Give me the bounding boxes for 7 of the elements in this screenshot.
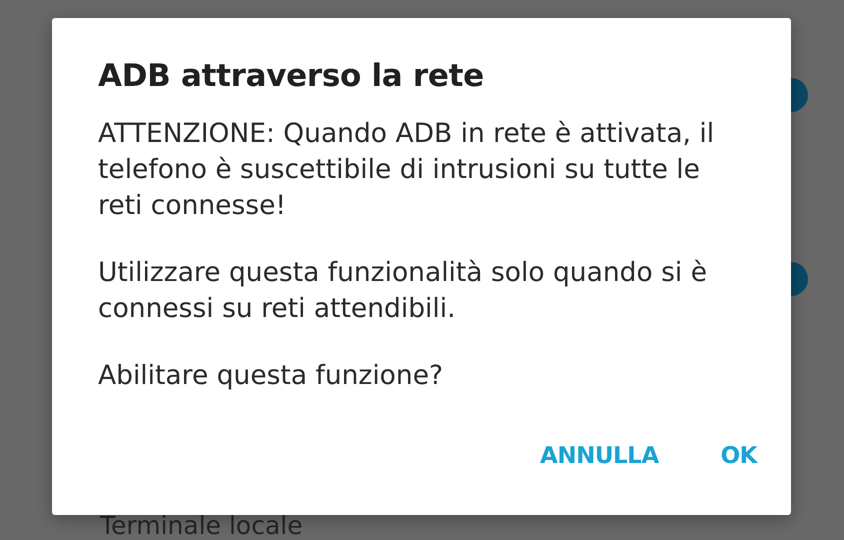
dialog-button[interactable]: OK bbox=[702, 437, 775, 475]
dialog-message: ATTENZIONE: Quando ADB in rete è attivata, il telefono è suscettibile di intrusioni su tutte le reti connesse! bbox=[98, 117, 716, 223]
dialog-message: Abilitare questa funzione? bbox=[98, 359, 444, 393]
dialog-title: ADB attraverso la rete bbox=[98, 57, 485, 96]
setting-label: Terminale locale bbox=[100, 510, 303, 540]
dialog-button[interactable]: ANNULLA bbox=[522, 437, 677, 475]
dialog-message: Utilizzare questa funzionalità solo quando si è connessi su reti attendibili. bbox=[98, 256, 708, 326]
